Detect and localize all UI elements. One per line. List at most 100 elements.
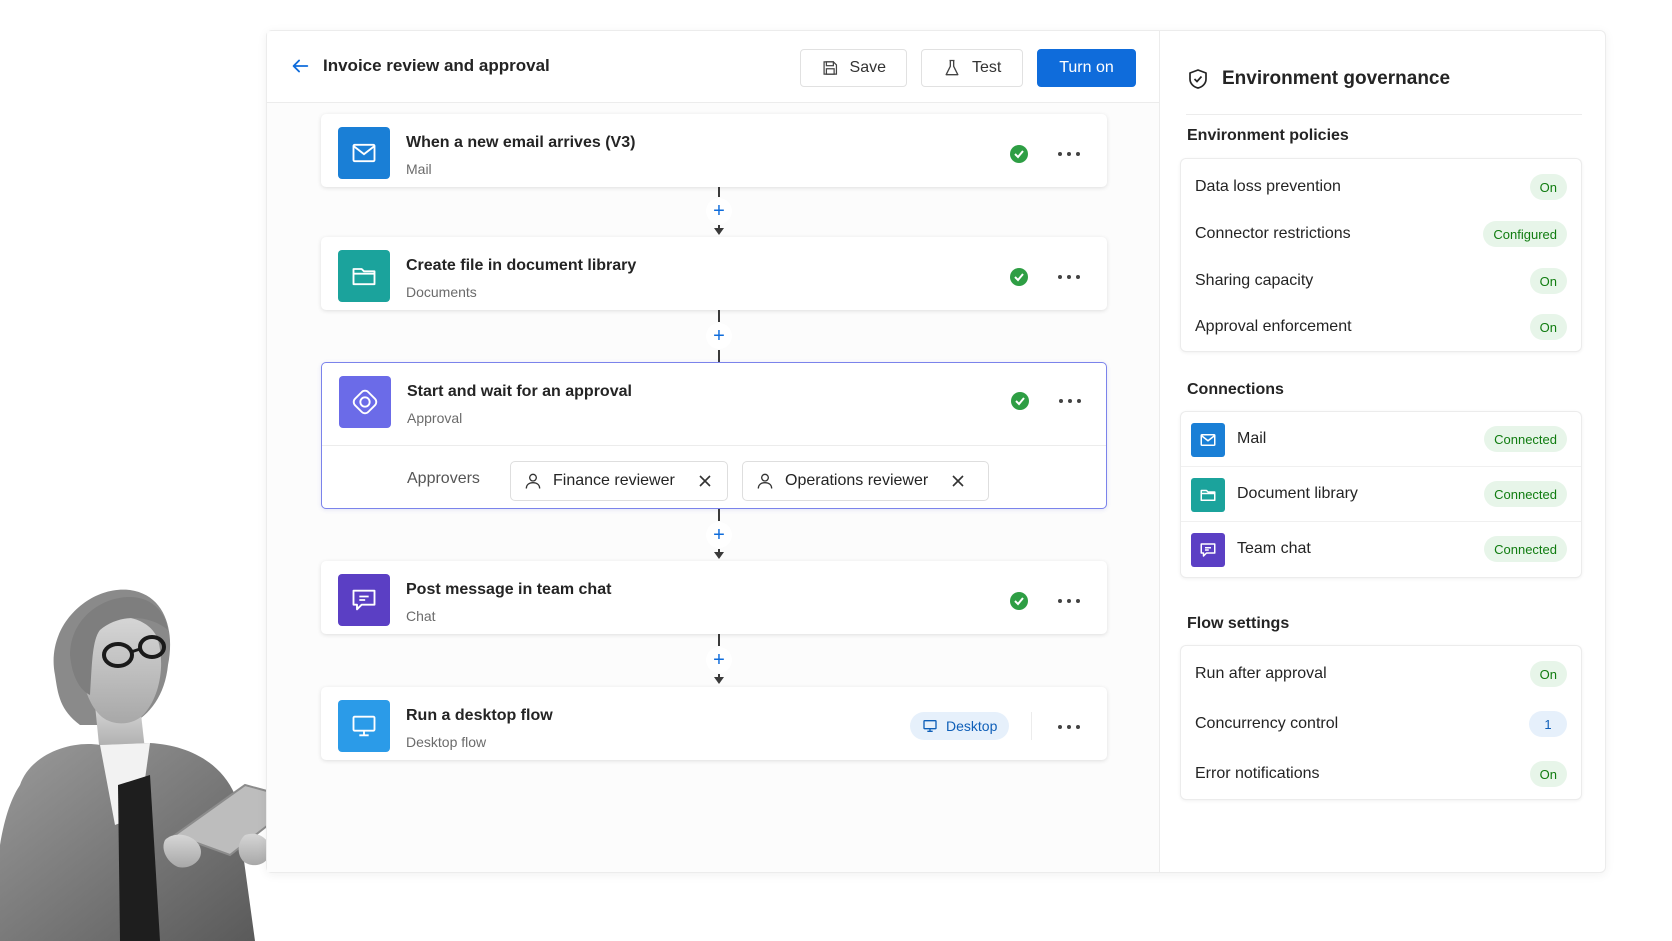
save-icon [823,61,838,75]
policy-row[interactable]: Approval enforcement On [1181,302,1581,352]
test-label: Test [972,59,1002,76]
turn-on-button[interactable]: Turn on [1037,49,1136,87]
connections-list: Mail Connected Document library Connecte… [1180,411,1582,578]
page-title: Invoice review and approval [323,56,550,75]
approver-name: Operations reviewer [785,472,929,489]
mail-icon [1200,434,1216,446]
approver-chip[interactable]: Operations reviewer [742,461,989,501]
connections-section-title: Connections [1187,381,1284,398]
back-arrow-icon[interactable] [289,55,311,77]
flow-step-card[interactable]: Run a desktop flow Desktop flow Desktop [321,687,1107,760]
step-subtitle: Desktop flow [406,734,487,750]
chat-icon [1200,543,1216,557]
monitor-icon [352,715,376,737]
more-options-icon[interactable] [1056,715,1082,737]
person-icon [525,473,541,489]
policy-row[interactable]: Data loss prevention On [1181,162,1581,212]
status-badge: Configured [1483,221,1567,247]
flask-icon [945,59,959,76]
save-label: Save [849,59,886,76]
flow-step-card[interactable]: Create file in document library Document… [321,237,1107,310]
connection-tile [1191,423,1225,457]
status-badge: On [1529,268,1567,294]
step-title: Start and wait for an approval [407,383,632,400]
desktop-badge-label: Desktop [946,718,998,734]
add-step-icon[interactable]: + [706,647,732,673]
save-button[interactable]: Save [800,49,907,87]
setting-row[interactable]: Run after approval On [1181,649,1581,699]
success-check-icon [1010,145,1028,163]
more-options-icon[interactable] [1056,589,1082,611]
flow-step-card[interactable]: When a new email arrives (V3) Mail [321,114,1107,187]
status-badge: Connected [1484,426,1567,452]
setting-row[interactable]: Concurrency control 1 [1181,699,1581,749]
status-badge: Connected [1484,536,1567,562]
separator [1031,712,1032,740]
person-icon [757,473,773,489]
remove-icon[interactable] [950,473,966,489]
add-step-icon[interactable]: + [706,198,732,224]
flow-step-card-selected[interactable]: Start and wait for an approval Approval … [321,362,1107,509]
status-badge: On [1529,174,1567,200]
setting-row[interactable]: Error notifications On [1181,749,1581,799]
flow-canvas: Invoice review and approval Save Test Tu… [267,31,1159,872]
setting-label: Error notifications [1195,765,1320,782]
test-button[interactable]: Test [921,49,1023,87]
concurrency-value-badge: 1 [1529,711,1567,737]
approver-name: Finance reviewer [553,472,675,489]
monitor-icon [923,720,937,732]
settings-list: Run after approval On Concurrency contro… [1180,645,1582,800]
divider [1186,114,1582,115]
step-tile [338,700,390,752]
status-badge: Connected [1484,481,1567,507]
policies-list: Data loss prevention On Connector restri… [1180,158,1582,352]
step-tile [338,574,390,626]
step-tile [339,376,391,428]
more-options-icon[interactable] [1057,389,1083,411]
success-check-icon [1010,268,1028,286]
step-connector: + [704,634,734,688]
step-subtitle: Approval [407,410,463,426]
remove-icon[interactable] [697,473,713,489]
status-badge: On [1529,314,1567,340]
panel-title: Environment governance [1222,68,1451,89]
add-step-icon[interactable]: + [706,522,732,548]
mail-icon [352,143,376,163]
step-connector: + [704,310,734,362]
policy-row[interactable]: Sharing capacity On [1181,256,1581,306]
policy-label: Sharing capacity [1195,272,1314,289]
connection-row[interactable]: Document library Connected [1181,467,1581,522]
status-badge: On [1529,661,1567,687]
step-title: When a new email arrives (V3) [406,134,636,151]
folder-icon [352,268,376,286]
connection-tile [1191,533,1225,567]
desktop-badge: Desktop [910,712,1010,740]
approver-chip[interactable]: Finance reviewer [510,461,728,501]
status-badge: On [1529,761,1567,787]
connection-row[interactable]: Team chat Connected [1181,522,1581,577]
setting-label: Concurrency control [1195,715,1339,732]
settings-section-title: Flow settings [1187,615,1290,632]
flow-step-card[interactable]: Post message in team chat Chat [321,561,1107,634]
step-subtitle: Documents [406,284,477,300]
connection-label: Mail [1237,430,1267,447]
approvers-row: Approvers Finance reviewer Operations re… [322,445,1106,515]
more-options-icon[interactable] [1056,142,1082,164]
panel-header: Environment governance [1186,67,1450,91]
connection-label: Document library [1237,485,1358,502]
add-step-icon[interactable]: + [706,323,732,349]
step-connector: + [704,509,734,561]
shield-check-icon [1189,69,1207,89]
policies-section-title: Environment policies [1187,127,1349,144]
editor-header: Invoice review and approval Save Test Tu… [267,31,1159,103]
more-options-icon[interactable] [1056,265,1082,287]
policy-row[interactable]: Connector restrictions Configured [1181,209,1581,259]
step-tile [338,127,390,179]
approvers-label: Approvers [407,470,480,487]
setting-label: Run after approval [1195,665,1327,682]
connection-row[interactable]: Mail Connected [1181,412,1581,467]
folder-icon [1200,489,1216,501]
policy-label: Approval enforcement [1195,318,1352,335]
policy-label: Data loss prevention [1195,178,1341,195]
governance-panel: Environment governance Environment polic… [1160,31,1607,872]
